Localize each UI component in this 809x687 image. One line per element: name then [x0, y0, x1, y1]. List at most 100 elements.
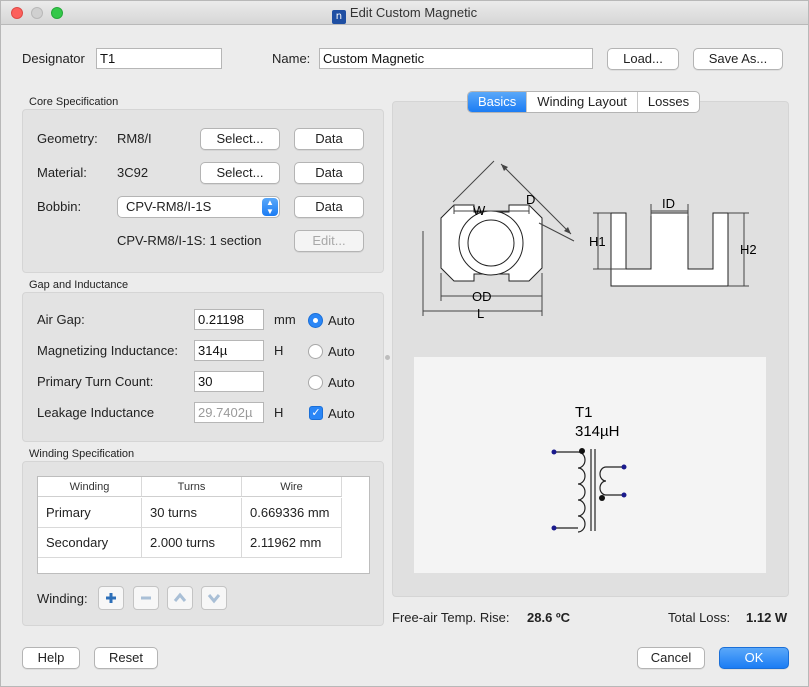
move-winding-down-button[interactable] [201, 586, 227, 610]
geometry-data-button[interactable]: Data [294, 128, 364, 150]
total-loss-value: 1.12 W [746, 610, 788, 625]
gap-inductance-title: Gap and Inductance [29, 279, 129, 291]
title-bar: n Edit Custom Magnetic [1, 1, 808, 25]
magnetizing-inductance-auto-radio[interactable] [308, 344, 323, 359]
table-row-secondary-wire[interactable]: 2.11962 mm [242, 528, 342, 558]
magnetizing-inductance-input[interactable]: 314µ [194, 340, 264, 361]
bobbin-data-button[interactable]: Data [294, 196, 364, 218]
core-geometry-diagram: D W OD L ID H1 H2 [422, 160, 757, 321]
leakage-inductance-auto-label: Auto [328, 406, 355, 421]
name-input[interactable]: Custom Magnetic [319, 48, 593, 69]
table-row-secondary-winding[interactable]: Secondary [38, 528, 142, 558]
secondary-coil [599, 466, 624, 496]
material-value: 3C92 [117, 165, 149, 180]
help-button[interactable]: Help [22, 647, 80, 669]
pin-primary-2 [551, 525, 557, 531]
dim-w-label: W [473, 203, 486, 218]
core-specification-title: Core Specification [29, 96, 119, 108]
wire-column-header[interactable]: Wire [242, 477, 342, 497]
table-row-primary-winding[interactable]: Primary [38, 498, 142, 528]
table-row-secondary-turns[interactable]: 2.000 turns [142, 528, 242, 558]
magnetizing-inductance-label: Magnetizing Inductance: [37, 343, 178, 358]
plus-icon [106, 593, 116, 603]
primary-turn-count-auto-radio[interactable] [308, 375, 323, 390]
bobbin-select-value: CPV-RM8/I-1S [126, 199, 212, 214]
reset-button[interactable]: Reset [94, 647, 158, 669]
air-gap-unit: mm [274, 312, 296, 327]
leakage-inductance-label: Leakage Inductance [37, 405, 155, 420]
primary-coil [554, 451, 586, 533]
temp-rise-value: 28.6 ºC [527, 610, 571, 625]
secondary-polarity-dot [599, 495, 605, 501]
geometry-label: Geometry: [37, 131, 98, 146]
window-title: n Edit Custom Magnetic [1, 5, 808, 24]
dim-h1-label: H1 [589, 234, 606, 249]
primary-polarity-dot [579, 448, 585, 454]
pin-secondary-1 [621, 464, 627, 470]
ok-button[interactable]: OK [719, 647, 789, 669]
leakage-inductance-auto-checkbox[interactable]: ✓ [309, 406, 323, 420]
primary-turn-count-label: Primary Turn Count: [37, 374, 154, 389]
air-gap-auto-radio[interactable] [308, 313, 323, 328]
cancel-button[interactable]: Cancel [637, 647, 705, 669]
primary-turn-count-input[interactable]: 30 [194, 371, 264, 392]
add-winding-button[interactable] [98, 586, 124, 610]
chevron-updown-icon: ▲ ▼ [262, 198, 278, 216]
name-label: Name: [272, 51, 311, 66]
magnetizing-inductance-unit: H [274, 343, 284, 358]
temp-rise-label: Free-air Temp. Rise: [392, 610, 510, 625]
bobbin-select[interactable]: CPV-RM8/I-1S ▲ ▼ [117, 196, 280, 218]
pin-secondary-2 [621, 492, 627, 498]
material-label: Material: [37, 165, 87, 180]
table-row-primary-wire[interactable]: 0.669336 mm [242, 498, 342, 528]
dim-h2-label: H2 [740, 242, 757, 257]
splitter-handle[interactable] [385, 355, 390, 360]
preview-tabs: Basics Winding Layout Losses [467, 91, 701, 113]
edit-custom-magnetic-dialog: n Edit Custom Magnetic Designator T1 Name… [0, 0, 809, 687]
load-button[interactable]: Load... [607, 48, 679, 70]
transformer-schematic: T1 314µH [551, 404, 627, 533]
tab-winding-layout[interactable]: Winding Layout [527, 92, 638, 112]
magnetizing-inductance-auto-label: Auto [328, 344, 355, 359]
turns-column-header[interactable]: Turns [142, 477, 242, 497]
core-side-view [610, 212, 729, 287]
winding-controls-label: Winding: [37, 591, 88, 606]
dim-d-label: D [526, 192, 535, 207]
schematic-value: 314µH [575, 423, 620, 440]
window-title-text: Edit Custom Magnetic [349, 5, 478, 20]
dim-l-label: L [477, 306, 484, 321]
dim-id-label: ID [662, 196, 675, 211]
designator-label: Designator [22, 51, 85, 66]
air-gap-auto-label: Auto [328, 313, 355, 328]
leakage-inductance-unit: H [274, 405, 284, 420]
winding-specification-title: Winding Specification [29, 448, 135, 460]
air-gap-label: Air Gap: [37, 312, 85, 327]
designator-input[interactable]: T1 [96, 48, 222, 69]
material-data-button[interactable]: Data [294, 162, 364, 184]
tab-losses[interactable]: Losses [638, 92, 699, 112]
pin-primary-1 [551, 449, 557, 455]
geometry-select-button[interactable]: Select... [200, 128, 280, 150]
move-winding-up-button[interactable] [167, 586, 193, 610]
tab-basics[interactable]: Basics [468, 92, 528, 112]
bobbin-info: CPV-RM8/I-1S: 1 section [117, 233, 262, 248]
remove-winding-button[interactable] [133, 586, 159, 610]
table-row-primary-turns[interactable]: 30 turns [142, 498, 242, 528]
material-select-button[interactable]: Select... [200, 162, 280, 184]
bobbin-label: Bobbin: [37, 199, 82, 214]
dim-od-label: OD [472, 289, 492, 304]
chevron-down-icon [207, 594, 221, 604]
total-loss-label: Total Loss: [668, 610, 731, 625]
bobbin-edit-button[interactable]: Edit... [294, 230, 364, 252]
schematic-designator: T1 [575, 404, 593, 421]
chevron-up-icon [173, 592, 187, 602]
app-logo-icon: n [331, 10, 346, 24]
core-top-view [440, 204, 543, 282]
save-as-button[interactable]: Save As... [693, 48, 783, 70]
winding-column-header[interactable]: Winding [38, 477, 142, 497]
geometry-value: RM8/I [117, 131, 152, 146]
winding-table: Winding Turns Wire Primary 30 turns 0.66… [37, 476, 370, 574]
leakage-inductance-input[interactable]: 29.7402µ [194, 402, 264, 423]
primary-turn-count-auto-label: Auto [328, 375, 355, 390]
air-gap-input[interactable]: 0.21198 [194, 309, 264, 330]
